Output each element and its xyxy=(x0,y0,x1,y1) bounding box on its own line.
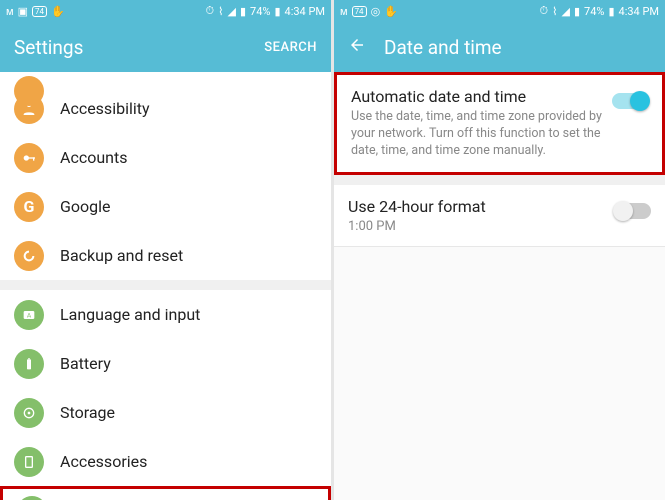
settings-header: Settings SEARCH xyxy=(0,22,331,72)
list-item-date-time[interactable]: Date and time xyxy=(0,486,331,500)
setting-title: Automatic date and time xyxy=(351,87,602,106)
wifi-icon: ◢ xyxy=(562,5,570,18)
calendar-icon xyxy=(17,496,47,500)
setting-description: Use the date, time, and time zone provid… xyxy=(351,109,602,160)
accessories-icon xyxy=(14,447,44,477)
hand-icon: ✋ xyxy=(384,5,398,18)
list-item-battery[interactable]: Battery xyxy=(0,339,331,388)
list-item-partial xyxy=(0,72,331,84)
clock-time: 4:34 PM xyxy=(619,5,659,18)
auto-date-time-toggle[interactable] xyxy=(612,93,648,109)
alarm-off-icon: ⏱ xyxy=(206,4,215,18)
list-item-label: Language and input xyxy=(60,305,200,324)
signal-icon: ▮ xyxy=(240,5,246,18)
battery-percent: 74% xyxy=(250,5,270,18)
picture-icon: ▣ xyxy=(18,5,28,18)
hour-format-toggle[interactable] xyxy=(615,203,651,219)
clock-time: 4:34 PM xyxy=(285,5,325,18)
storage-icon xyxy=(14,398,44,428)
settings-list[interactable]: Accessibility Accounts G Google Backup a… xyxy=(0,72,331,500)
circle-icon: ◎ xyxy=(371,5,381,18)
date-time-header: Date and time xyxy=(334,22,665,72)
page-title: Settings xyxy=(14,36,83,59)
lang-icon: A xyxy=(14,300,44,330)
list-item-label: Battery xyxy=(60,354,111,373)
list-item-label: Accessories xyxy=(60,452,147,471)
hour-format-row[interactable]: Use 24-hour format 1:00 PM xyxy=(334,185,665,246)
wifi-icon: ◢ xyxy=(228,5,236,18)
list-item-accessibility[interactable]: Accessibility xyxy=(0,84,331,133)
settings-screen: ᴍ ▣ 74 ✋ ⏱ ⌇ ◢ ▮ 74% ▮ 4:34 PM Settings … xyxy=(0,0,331,500)
list-item-label: Storage xyxy=(60,403,115,422)
badge-icon: 74 xyxy=(32,6,47,17)
battery-percent: 74% xyxy=(584,5,604,18)
status-bar: ᴍ 74 ◎ ✋ ⏱ ⌇ ◢ ▮ 74% ▮ 4:34 PM xyxy=(334,0,665,22)
svg-text:A: A xyxy=(27,311,32,319)
g-icon: G xyxy=(14,192,44,222)
badge-icon: 74 xyxy=(352,6,367,17)
setting-title: Use 24-hour format xyxy=(348,197,605,216)
list-item-google[interactable]: G Google xyxy=(0,182,331,231)
m-icon: ᴍ xyxy=(6,5,14,18)
list-item-backup[interactable]: Backup and reset xyxy=(0,231,331,280)
empty-area xyxy=(334,247,665,500)
page-title: Date and time xyxy=(384,36,502,59)
list-item-language[interactable]: A Language and input xyxy=(0,290,331,339)
key-icon xyxy=(14,143,44,173)
battery-icon: ▮ xyxy=(274,5,280,18)
date-time-screen: ᴍ 74 ◎ ✋ ⏱ ⌇ ◢ ▮ 74% ▮ 4:34 PM Date and … xyxy=(334,0,665,500)
status-bar: ᴍ ▣ 74 ✋ ⏱ ⌇ ◢ ▮ 74% ▮ 4:34 PM xyxy=(0,0,331,22)
setting-subtext: 1:00 PM xyxy=(348,219,605,234)
section-divider xyxy=(0,280,331,290)
refresh-icon xyxy=(14,241,44,271)
list-item-label: Accessibility xyxy=(60,99,150,118)
list-item-accessories[interactable]: Accessories xyxy=(0,437,331,486)
battery-icon xyxy=(14,349,44,379)
battery-icon: ▮ xyxy=(608,5,614,18)
list-item-accounts[interactable]: Accounts xyxy=(0,133,331,182)
section-gap xyxy=(334,175,665,185)
search-button[interactable]: SEARCH xyxy=(264,40,317,55)
hand-icon: ✋ xyxy=(51,5,65,18)
vibrate-icon: ⌇ xyxy=(218,5,223,18)
auto-date-time-row[interactable]: Automatic date and time Use the date, ti… xyxy=(334,72,665,175)
list-item-label: Accounts xyxy=(60,148,127,167)
list-item-storage[interactable]: Storage xyxy=(0,388,331,437)
back-button[interactable] xyxy=(348,36,366,58)
list-item-label: Backup and reset xyxy=(60,246,183,265)
vibrate-icon: ⌇ xyxy=(552,5,557,18)
signal-icon: ▮ xyxy=(574,5,580,18)
m-icon: ᴍ xyxy=(340,5,348,18)
list-item-label: Google xyxy=(60,197,111,216)
alarm-off-icon: ⏱ xyxy=(540,4,549,18)
